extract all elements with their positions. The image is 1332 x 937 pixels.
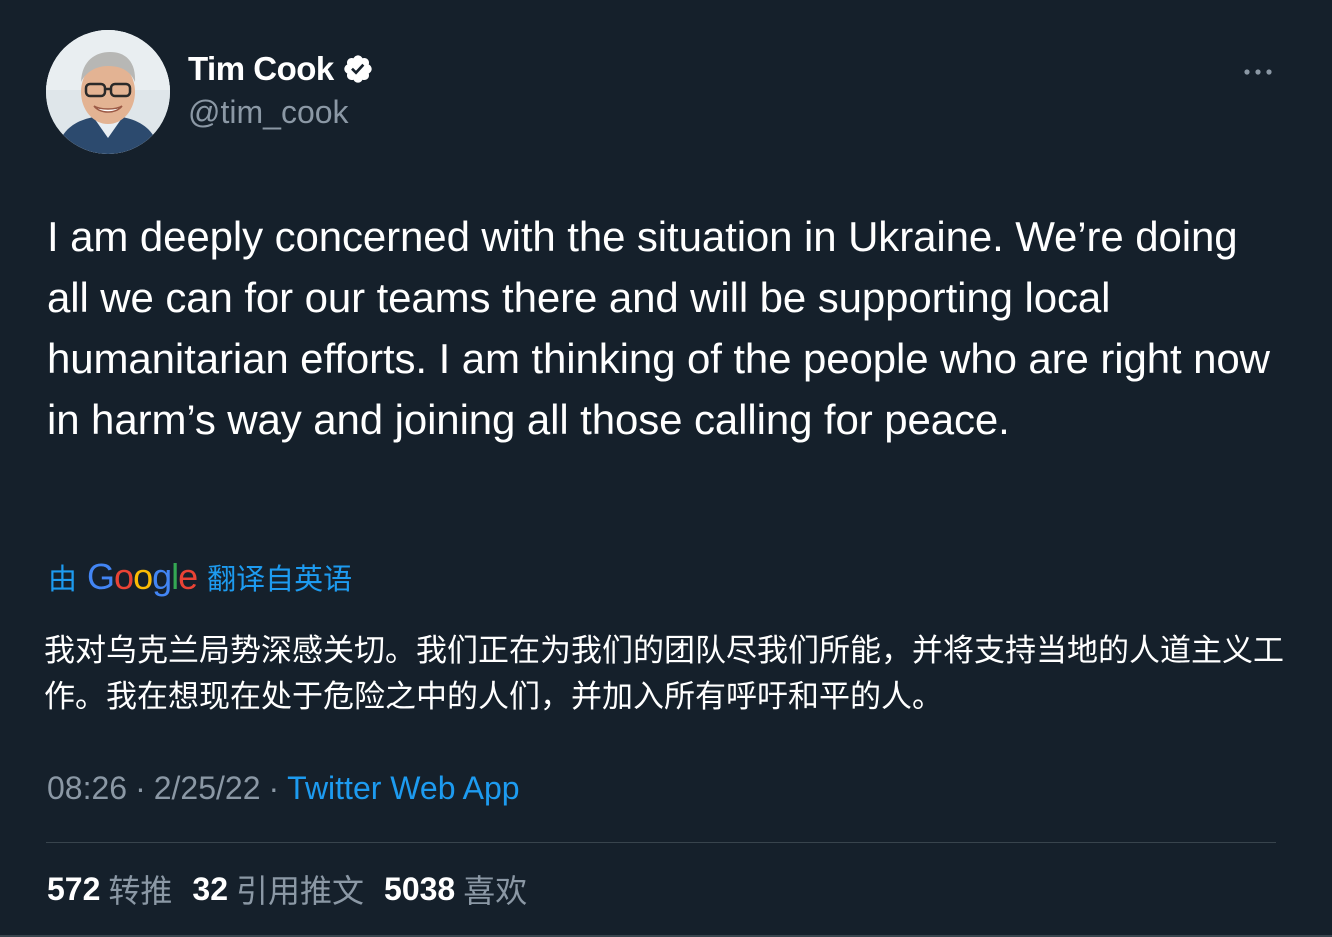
meta-separator: · [268,770,280,806]
translation-suffix: 翻译自英语 [207,564,353,596]
meta-separator: · [135,770,146,806]
author-name-row[interactable]: Tim Cook [188,50,374,88]
author-display-name[interactable]: Tim Cook [188,50,334,88]
retweets-stat[interactable]: 572 转推 [47,866,172,912]
tweet-text: I am deeply concerned with the situation… [47,213,1270,443]
tweet-time[interactable]: 08:26 [47,770,127,807]
avatar[interactable] [46,30,170,154]
quote-tweets-count: 32 [192,870,228,907]
likes-stat[interactable]: 5038 喜欢 [384,866,527,912]
tweet-meta: 08:26 · 2/25/22 · Twitter Web App [47,770,520,807]
more-options-button[interactable] [1230,54,1286,90]
profile-photo [46,30,170,154]
likes-label: 喜欢 [463,873,528,909]
more-horizontal-icon [1244,69,1272,75]
engagement-stats: 572 转推 32 引用推文 5038 喜欢 [47,866,527,912]
quote-tweets-stat[interactable]: 32 引用推文 [192,866,364,912]
translation-attribution[interactable]: 由 Google 翻译自英语 [48,556,352,598]
likes-count: 5038 [384,870,456,907]
google-logo: Google [87,556,198,597]
tweet-detail: Tim Cook @tim_cook I am deeply concerned… [0,0,1332,937]
quote-tweets-label: 引用推文 [236,873,365,909]
retweets-label: 转推 [108,873,173,909]
tweet-date[interactable]: 2/25/22 [154,770,261,807]
verified-badge-icon [342,53,374,85]
translated-tweet-text: 我对乌克兰局势深感关切。我们正在为我们的团队尽我们所能，并将支持当地的人道主义工… [44,633,1284,714]
tweet-source-link[interactable]: Twitter Web App [287,770,519,807]
author-handle[interactable]: @tim_cook [188,94,349,131]
translation-prefix: 由 [48,564,78,596]
retweets-count: 572 [47,870,101,907]
divider [46,842,1276,843]
